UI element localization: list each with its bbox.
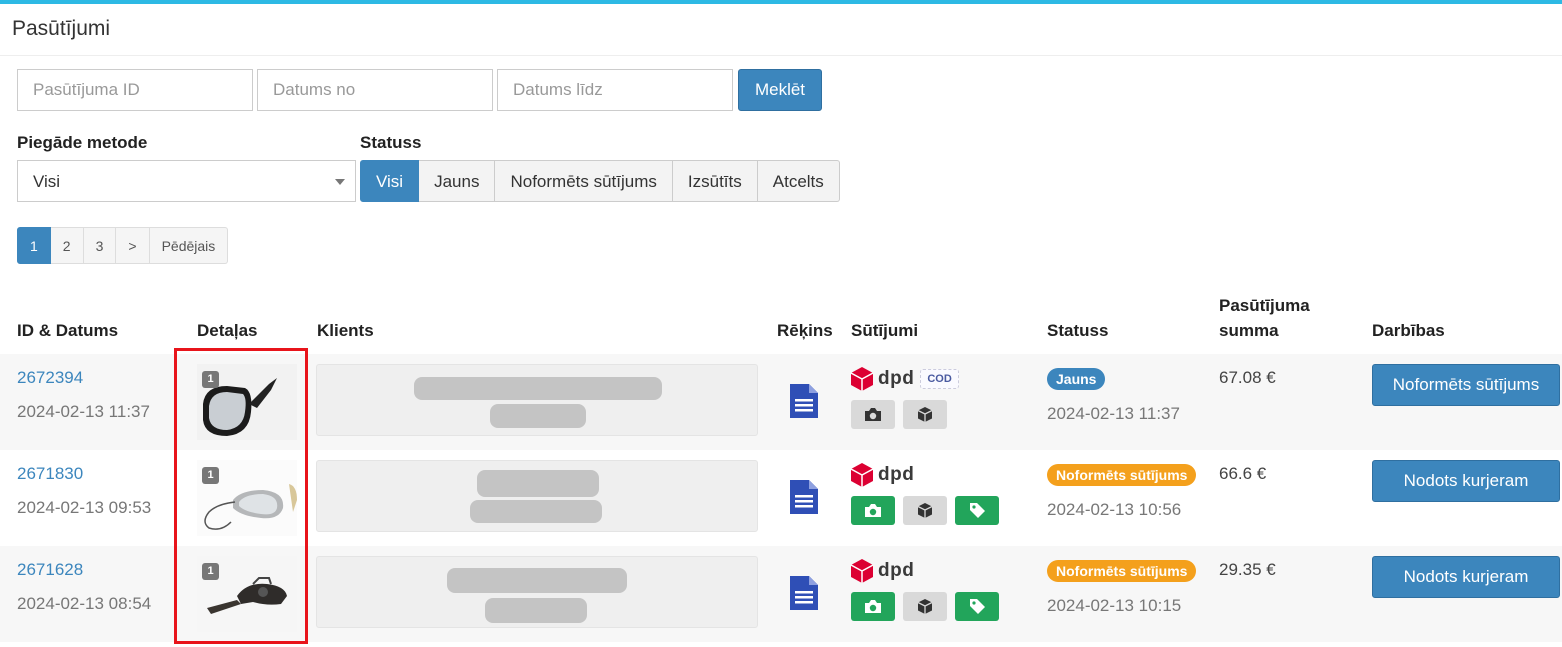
header-actions: Darbības <box>1372 321 1445 340</box>
order-date: 2024-02-13 09:53 <box>17 498 152 517</box>
label-button[interactable] <box>955 496 999 525</box>
page-title: Pasūtījumi <box>12 17 111 40</box>
action-button[interactable]: Nodots kurjeram <box>1372 460 1560 502</box>
action-button[interactable]: Nodots kurjeram <box>1372 556 1560 598</box>
status-filter-visi[interactable]: Visi <box>360 160 420 202</box>
header-invoice: Rēķins <box>777 321 833 340</box>
page-2-button[interactable]: 2 <box>50 227 84 264</box>
box-icon <box>917 503 933 518</box>
status-filter-label: Statuss <box>360 133 422 152</box>
order-sum: 67.08 € <box>1219 368 1276 387</box>
redacted-name <box>477 470 599 497</box>
box-icon <box>917 407 933 422</box>
redacted-name <box>447 568 627 593</box>
status-badge: Noformēts sūtījums <box>1047 464 1197 486</box>
header-sum-line2: summa <box>1219 321 1279 340</box>
order-id-link[interactable]: 2671628 <box>17 560 83 580</box>
dpd-cube-icon <box>851 463 873 487</box>
page-header: Pasūtījumi <box>0 4 1562 56</box>
status-date: 2024-02-13 11:37 <box>1047 404 1180 423</box>
date-from-input[interactable] <box>257 69 493 111</box>
redacted-name <box>414 377 662 400</box>
header-id-date: ID & Datums <box>17 321 119 340</box>
pagination: 1 2 3 > Pēdējais <box>17 227 229 264</box>
header-sum-line1: Pasūtījuma <box>1219 296 1310 315</box>
delivery-method-label: Piegāde metode <box>17 133 148 152</box>
last-page-button[interactable]: Pēdējais <box>149 227 229 264</box>
tag-icon <box>969 599 985 614</box>
delivery-method-select[interactable]: Visi <box>17 160 356 202</box>
status-date: 2024-02-13 10:56 <box>1047 500 1182 519</box>
package-button[interactable] <box>903 400 947 429</box>
action-button[interactable]: Noformēts sūtījums <box>1372 364 1560 406</box>
status-filter-izsutits[interactable]: Izsūtīts <box>672 160 758 202</box>
order-date: 2024-02-13 11:37 <box>17 402 150 421</box>
carrier-name: dpd <box>878 560 915 581</box>
carrier-logo: dpd COD <box>851 366 959 392</box>
search-button[interactable]: Meklēt <box>738 69 822 111</box>
camera-icon <box>865 600 881 613</box>
page-3-button[interactable]: 3 <box>83 227 117 264</box>
client-info-redacted <box>316 556 758 628</box>
status-date: 2024-02-13 10:15 <box>1047 596 1182 615</box>
camera-button[interactable] <box>851 592 895 621</box>
details-column-highlight <box>174 348 308 644</box>
date-to-input[interactable] <box>497 69 733 111</box>
order-id-link[interactable]: 2672394 <box>17 368 83 388</box>
camera-button[interactable] <box>851 400 895 429</box>
camera-button[interactable] <box>851 496 895 525</box>
carrier-name: dpd <box>878 368 915 389</box>
order-id-input[interactable] <box>17 69 253 111</box>
header-details: Detaļas <box>197 321 258 340</box>
document-icon[interactable] <box>790 384 818 418</box>
carrier-name: dpd <box>878 464 915 485</box>
order-date: 2024-02-13 08:54 <box>17 594 152 613</box>
carrier-logo: dpd <box>851 462 914 488</box>
order-id-link[interactable]: 2671830 <box>17 464 83 484</box>
label-button[interactable] <box>955 592 999 621</box>
tag-icon <box>969 503 985 518</box>
client-info-redacted <box>316 460 758 532</box>
next-page-button[interactable]: > <box>116 227 150 264</box>
order-sum: 29.35 € <box>1219 560 1276 579</box>
status-badge: Noformēts sūtījums <box>1047 560 1197 582</box>
document-icon[interactable] <box>790 480 818 514</box>
package-button[interactable] <box>903 496 947 525</box>
redacted-detail <box>485 598 587 623</box>
box-icon <box>917 599 933 614</box>
dpd-cube-icon <box>851 559 873 583</box>
redacted-detail <box>470 500 602 523</box>
camera-icon <box>865 408 881 421</box>
camera-icon <box>865 504 881 517</box>
client-info-redacted <box>316 364 758 436</box>
status-filter-group: Visi Jauns Noformēts sūtījums Izsūtīts A… <box>360 160 840 202</box>
delivery-method-value: Visi <box>33 172 61 191</box>
caret-down-icon <box>335 179 345 185</box>
header-client: Klients <box>317 321 374 340</box>
order-sum: 66.6 € <box>1219 464 1267 483</box>
header-shipments: Sūtījumi <box>851 321 919 340</box>
package-button[interactable] <box>903 592 947 621</box>
carrier-logo: dpd <box>851 558 914 584</box>
status-badge: Jauns <box>1047 368 1106 390</box>
page-1-button[interactable]: 1 <box>17 227 51 264</box>
document-icon[interactable] <box>790 576 818 610</box>
header-status: Statuss <box>1047 321 1109 340</box>
status-filter-atcelts[interactable]: Atcelts <box>757 160 840 202</box>
cod-badge: COD <box>920 369 959 389</box>
dpd-cube-icon <box>851 367 873 391</box>
redacted-detail <box>490 404 586 428</box>
status-filter-jauns[interactable]: Jauns <box>419 160 496 202</box>
status-filter-noformets[interactable]: Noformēts sūtījums <box>495 160 673 202</box>
